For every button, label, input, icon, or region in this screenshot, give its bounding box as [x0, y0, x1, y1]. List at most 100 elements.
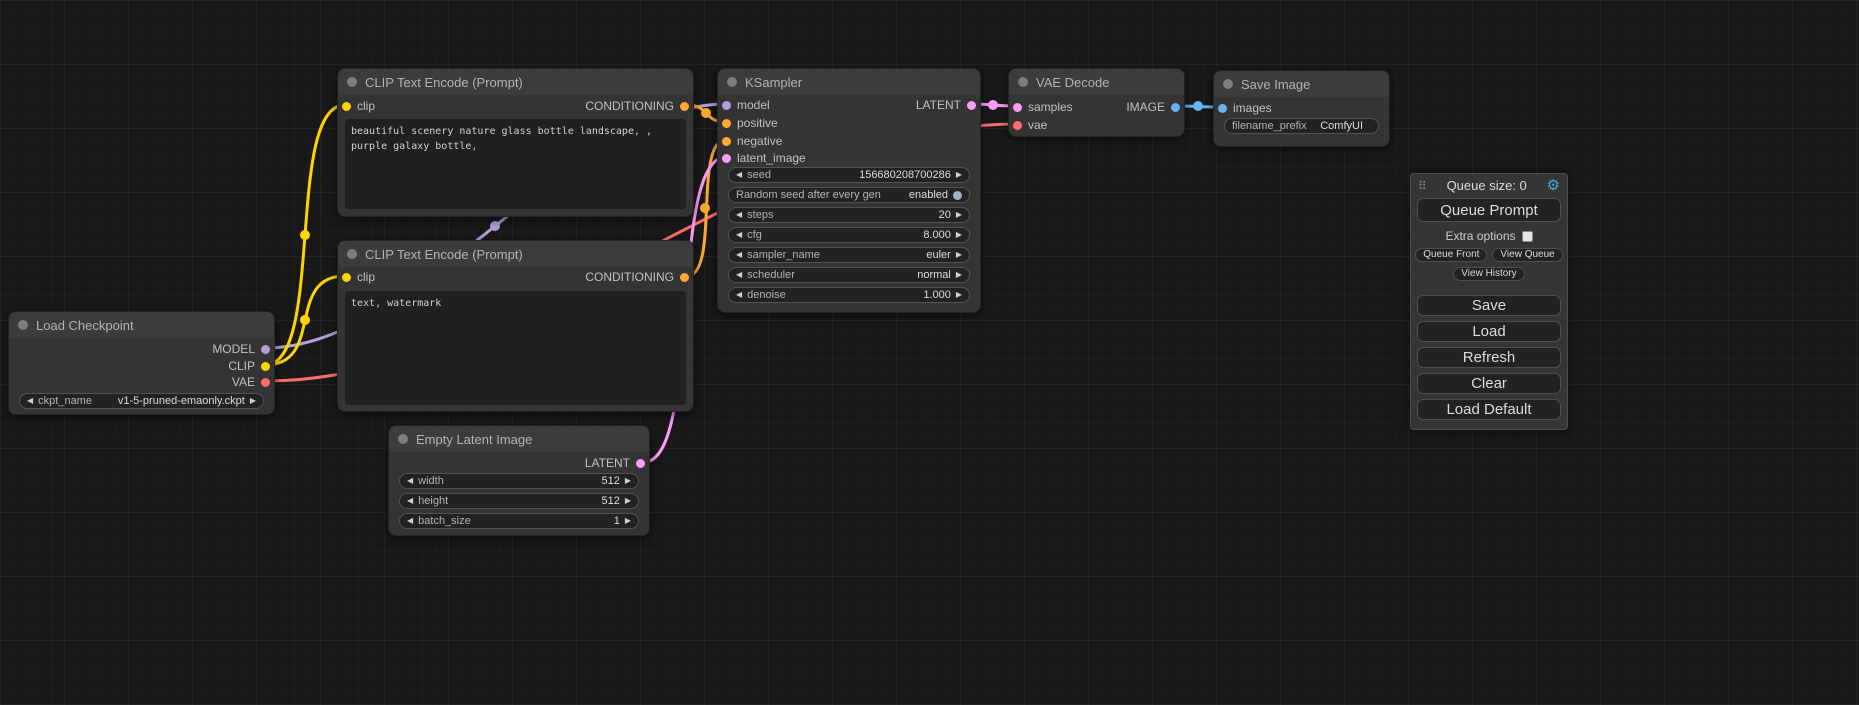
ckpt-name-widget[interactable]: ◀ ckpt_name v1-5-pruned-emaonly.ckpt ▶ — [19, 393, 264, 409]
collapse-dot-icon[interactable] — [1223, 79, 1233, 89]
slot-label: IMAGE — [1126, 100, 1165, 114]
collapse-dot-icon[interactable] — [727, 77, 737, 87]
node-save-image[interactable]: Save Image images filename_prefix ComfyU… — [1213, 70, 1390, 147]
decrement-arrow-icon[interactable]: ◀ — [736, 251, 742, 259]
slot-label: model — [737, 98, 770, 112]
save-button[interactable]: Save — [1417, 295, 1561, 316]
clip-output-dot[interactable] — [261, 362, 270, 371]
vae-input-dot[interactable] — [1013, 121, 1022, 130]
decrement-arrow-icon[interactable]: ◀ — [736, 291, 742, 299]
sampler-name-widget[interactable]: ◀ sampler_name euler ▶ — [728, 247, 970, 263]
scheduler-widget[interactable]: ◀ scheduler normal ▶ — [728, 267, 970, 283]
filename-prefix-widget[interactable]: filename_prefix ComfyUI — [1224, 118, 1379, 134]
cfg-widget[interactable]: ◀ cfg 8.000 ▶ — [728, 227, 970, 243]
decrement-arrow-icon[interactable]: ◀ — [407, 517, 413, 525]
samples-input-dot[interactable] — [1013, 103, 1022, 112]
load-button[interactable]: Load — [1417, 321, 1561, 342]
increment-arrow-icon[interactable]: ▶ — [956, 291, 962, 299]
node-header[interactable]: CLIP Text Encode (Prompt) — [338, 241, 693, 267]
collapse-dot-icon[interactable] — [347, 249, 357, 259]
queue-front-button[interactable]: Queue Front — [1415, 248, 1487, 262]
node-vae-decode[interactable]: VAE Decode samples IMAGE vae — [1008, 68, 1185, 137]
width-widget[interactable]: ◀ width 512 ▶ — [399, 473, 639, 489]
collapse-dot-icon[interactable] — [347, 77, 357, 87]
model-output-dot[interactable] — [261, 345, 270, 354]
extra-options-label: Extra options — [1445, 229, 1515, 243]
decrement-arrow-icon[interactable]: ◀ — [407, 477, 413, 485]
negative-prompt-textarea[interactable]: text, watermark — [345, 291, 686, 405]
increment-arrow-icon[interactable]: ▶ — [956, 211, 962, 219]
collapse-dot-icon[interactable] — [398, 434, 408, 444]
seed-widget[interactable]: ◀ seed 156680208700286 ▶ — [728, 167, 970, 183]
random-seed-toggle-widget[interactable]: Random seed after every gen enabled — [728, 187, 970, 203]
widget-value: 8.000 — [923, 229, 951, 241]
node-header[interactable]: VAE Decode — [1009, 69, 1184, 95]
node-clip-text-encode-negative[interactable]: CLIP Text Encode (Prompt) clip CONDITION… — [337, 240, 694, 412]
node-graph-canvas[interactable]: Load Checkpoint MODEL CLIP VAE ◀ ckpt_na… — [0, 0, 1859, 705]
slot-label: samples — [1028, 100, 1073, 114]
increment-arrow-icon[interactable]: ▶ — [956, 171, 962, 179]
collapse-dot-icon[interactable] — [1018, 77, 1028, 87]
denoise-widget[interactable]: ◀ denoise 1.000 ▶ — [728, 287, 970, 303]
steps-widget[interactable]: ◀ steps 20 ▶ — [728, 207, 970, 223]
latent-output-dot[interactable] — [967, 101, 976, 110]
positive-input-dot[interactable] — [722, 119, 731, 128]
clear-button[interactable]: Clear — [1417, 373, 1561, 394]
decrement-arrow-icon[interactable]: ◀ — [736, 271, 742, 279]
widget-value: 1.000 — [923, 289, 951, 301]
increment-arrow-icon[interactable]: ▶ — [956, 271, 962, 279]
node-header[interactable]: Load Checkpoint — [9, 312, 274, 338]
load-default-button[interactable]: Load Default — [1417, 399, 1561, 420]
clip-input-dot[interactable] — [342, 273, 351, 282]
increment-arrow-icon[interactable]: ▶ — [625, 477, 631, 485]
negative-input-dot[interactable] — [722, 137, 731, 146]
input-slot-images: images — [1214, 101, 1389, 115]
images-input-dot[interactable] — [1218, 104, 1227, 113]
increment-arrow-icon[interactable]: ▶ — [250, 397, 256, 405]
node-empty-latent-image[interactable]: Empty Latent Image LATENT ◀ width 512 ▶ … — [388, 425, 650, 536]
decrement-arrow-icon[interactable]: ◀ — [736, 231, 742, 239]
increment-arrow-icon[interactable]: ▶ — [625, 497, 631, 505]
model-input-dot[interactable] — [722, 101, 731, 110]
view-history-button[interactable]: View History — [1453, 267, 1524, 281]
refresh-button[interactable]: Refresh — [1417, 347, 1561, 368]
decrement-arrow-icon[interactable]: ◀ — [27, 397, 33, 405]
extra-options-checkbox[interactable] — [1522, 231, 1533, 242]
latent-image-input-dot[interactable] — [722, 154, 731, 163]
settings-gear-icon[interactable]: ⚙ — [1547, 178, 1560, 193]
height-widget[interactable]: ◀ height 512 ▶ — [399, 493, 639, 509]
drag-handle-icon[interactable]: ⠿ — [1418, 179, 1427, 193]
node-header[interactable]: CLIP Text Encode (Prompt) — [338, 69, 693, 95]
conditioning-output-dot[interactable] — [680, 273, 689, 282]
toggle-knob-icon[interactable] — [953, 191, 962, 200]
input-slot-latent-image: latent_image — [718, 151, 980, 165]
node-clip-text-encode-positive[interactable]: CLIP Text Encode (Prompt) clip CONDITION… — [337, 68, 694, 217]
conditioning-output-dot[interactable] — [680, 102, 689, 111]
latent-output-dot[interactable] — [636, 459, 645, 468]
node-header[interactable]: Empty Latent Image — [389, 426, 649, 452]
collapse-dot-icon[interactable] — [18, 320, 28, 330]
image-output-dot[interactable] — [1171, 103, 1180, 112]
positive-prompt-textarea[interactable]: beautiful scenery nature glass bottle la… — [345, 119, 686, 209]
view-queue-button[interactable]: View Queue — [1492, 248, 1562, 262]
decrement-arrow-icon[interactable]: ◀ — [736, 211, 742, 219]
slot-row-clip-conditioning: clip CONDITIONING — [338, 270, 693, 284]
node-load-checkpoint[interactable]: Load Checkpoint MODEL CLIP VAE ◀ ckpt_na… — [8, 311, 275, 415]
increment-arrow-icon[interactable]: ▶ — [956, 251, 962, 259]
slot-label: CLIP — [228, 359, 255, 373]
link-midpoint-dot — [490, 221, 500, 231]
decrement-arrow-icon[interactable]: ◀ — [407, 497, 413, 505]
node-header[interactable]: KSampler — [718, 69, 980, 95]
vae-output-dot[interactable] — [261, 378, 270, 387]
batch-size-widget[interactable]: ◀ batch_size 1 ▶ — [399, 513, 639, 529]
decrement-arrow-icon[interactable]: ◀ — [736, 171, 742, 179]
node-header[interactable]: Save Image — [1214, 71, 1389, 97]
increment-arrow-icon[interactable]: ▶ — [956, 231, 962, 239]
input-slot-vae: vae — [1009, 118, 1184, 132]
increment-arrow-icon[interactable]: ▶ — [625, 517, 631, 525]
queue-prompt-button[interactable]: Queue Prompt — [1417, 198, 1561, 222]
widget-value: normal — [917, 269, 951, 281]
node-title: KSampler — [745, 75, 802, 90]
node-ksampler[interactable]: KSampler model LATENT positive negative … — [717, 68, 981, 313]
clip-input-dot[interactable] — [342, 102, 351, 111]
